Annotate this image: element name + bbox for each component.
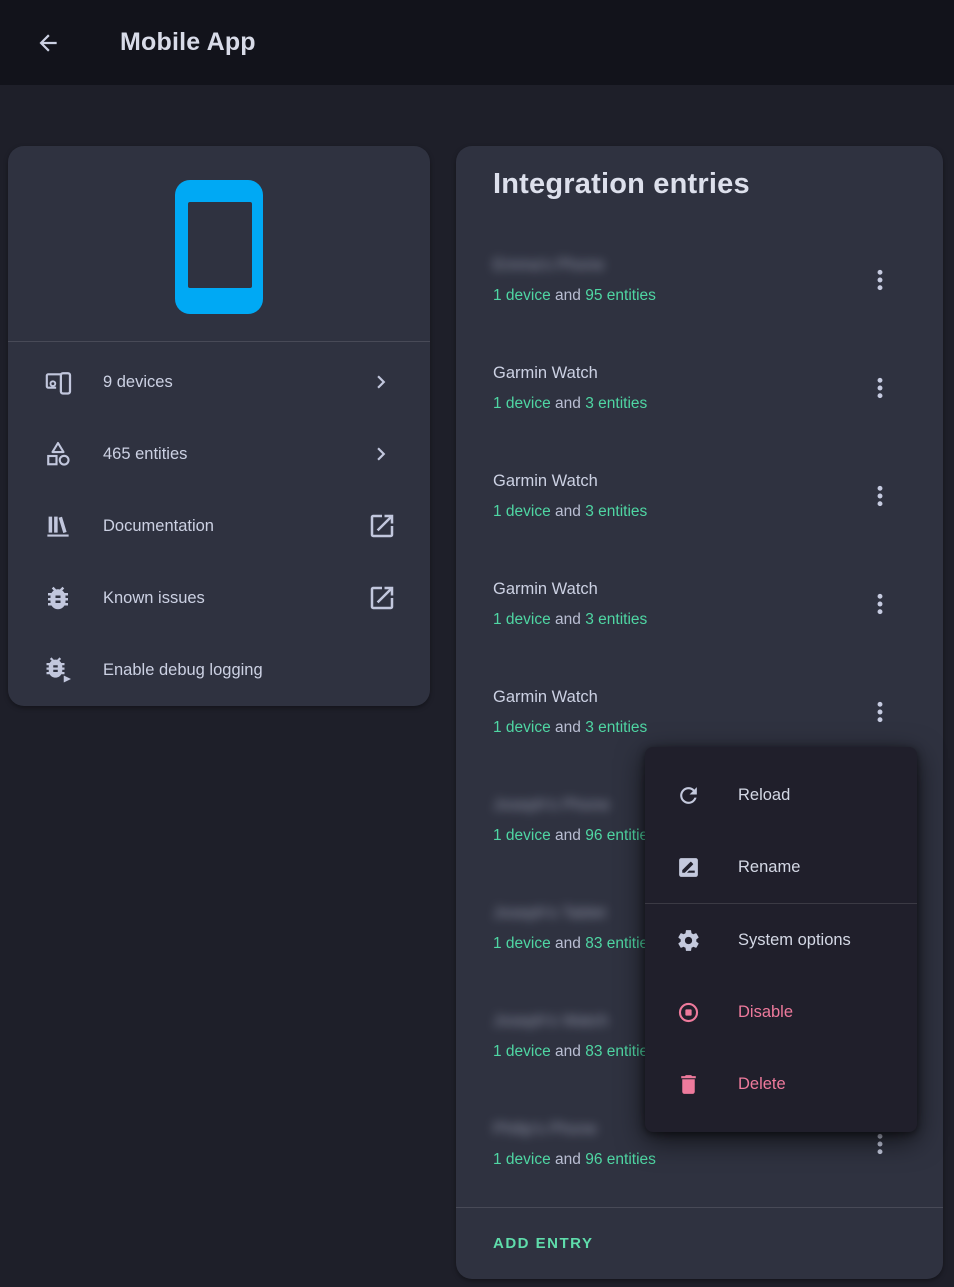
dots-vertical-icon xyxy=(866,374,894,402)
entry-context-menu: Reload Rename System options Disable Delete xyxy=(645,747,917,1132)
entry-devices-link[interactable]: 1 device xyxy=(493,503,551,520)
menu-item-rename[interactable]: Rename xyxy=(645,831,917,903)
entry-devices-link[interactable]: 1 device xyxy=(493,1043,551,1060)
open-in-new-icon xyxy=(367,583,397,613)
info-row-465-entities[interactable]: 465 entities xyxy=(8,418,430,490)
bookshelf-icon xyxy=(43,511,73,541)
entry-name-redacted: Joseph's Tablet xyxy=(493,902,606,924)
entry-devices-link[interactable]: 1 device xyxy=(493,395,551,412)
entry-devices-link[interactable]: 1 device xyxy=(493,719,551,736)
add-entry-button[interactable]: ADD ENTRY xyxy=(493,1235,593,1252)
entries-card-title: Integration entries xyxy=(493,168,750,201)
entry-summary-connector: and xyxy=(551,1043,585,1060)
info-row-label: 465 entities xyxy=(103,445,187,464)
reload-icon xyxy=(676,783,701,808)
back-button[interactable] xyxy=(28,23,68,63)
entry-overflow-button[interactable] xyxy=(866,1130,894,1158)
entry-entities-link[interactable]: 95 entities xyxy=(585,287,656,304)
devices-icon xyxy=(43,367,73,397)
entries-footer: ADD ENTRY xyxy=(456,1207,943,1279)
info-row-label: Known issues xyxy=(103,589,205,608)
stop-circle-icon xyxy=(676,1000,701,1025)
entry-summary-connector: and xyxy=(551,503,585,520)
dots-vertical-icon xyxy=(866,1130,894,1158)
menu-item-label: Delete xyxy=(738,1075,786,1094)
arrow-left-icon xyxy=(35,30,61,56)
shapes-icon xyxy=(43,439,73,469)
menu-item-system-options[interactable]: System options xyxy=(645,904,917,976)
entry-entities-link[interactable]: 3 entities xyxy=(585,395,647,412)
info-row-documentation[interactable]: Documentation xyxy=(8,490,430,562)
entry-devices-link[interactable]: 1 device xyxy=(493,611,551,628)
open-in-new-icon xyxy=(367,511,397,541)
entry-overflow-button[interactable] xyxy=(866,698,894,726)
menu-item-label: Reload xyxy=(738,786,790,805)
entry-name-redacted: Emma's Phone xyxy=(493,254,604,276)
menu-item-label: Rename xyxy=(738,858,800,877)
entry-overflow-button[interactable] xyxy=(866,590,894,618)
rename-box-icon xyxy=(676,855,701,880)
chevron-right-icon xyxy=(368,369,394,395)
integration-icon-header xyxy=(8,146,430,342)
entry-name-redacted: Joseph's Watch xyxy=(493,1010,608,1032)
info-row-enable-debug-logging[interactable]: Enable debug logging xyxy=(8,634,430,706)
integration-entry-row: Emma's Phone 1 device and 95 entities xyxy=(456,226,943,334)
dots-vertical-icon xyxy=(866,698,894,726)
menu-item-delete[interactable]: Delete xyxy=(645,1048,917,1120)
info-row-known-issues[interactable]: Known issues xyxy=(8,562,430,634)
entry-devices-link[interactable]: 1 device xyxy=(493,935,551,952)
entry-overflow-button[interactable] xyxy=(866,374,894,402)
entry-name-redacted: Philip's Phone xyxy=(493,1118,597,1140)
entry-summary-connector: and xyxy=(551,827,585,844)
integration-entry-row: Garmin Watch1 device and 3 entities xyxy=(456,334,943,442)
entry-overflow-button[interactable] xyxy=(866,266,894,294)
info-row-label: 9 devices xyxy=(103,373,173,392)
entry-summary-connector: and xyxy=(551,287,585,304)
entry-entities-link[interactable]: 3 entities xyxy=(585,719,647,736)
info-row-label: Enable debug logging xyxy=(103,661,263,680)
menu-item-reload[interactable]: Reload xyxy=(645,759,917,831)
entry-devices-link[interactable]: 1 device xyxy=(493,287,551,304)
entry-name-redacted: Joseph's Phone xyxy=(493,794,610,816)
dots-vertical-icon xyxy=(866,266,894,294)
info-row-list: 9 devices 465 entities Documentation Known … xyxy=(8,346,430,706)
app-bar: Mobile App xyxy=(0,0,954,85)
menu-item-label: System options xyxy=(738,931,851,950)
info-row-label: Documentation xyxy=(103,517,214,536)
bug-play-icon xyxy=(43,655,73,685)
menu-item-label: Disable xyxy=(738,1003,793,1022)
dots-vertical-icon xyxy=(866,590,894,618)
delete-icon xyxy=(676,1072,701,1097)
entry-summary-connector: and xyxy=(551,611,585,628)
integration-entry-row: Garmin Watch1 device and 3 entities xyxy=(456,550,943,658)
entry-entities-link[interactable]: 3 entities xyxy=(585,503,647,520)
integration-info-card: 9 devices 465 entities Documentation Known … xyxy=(8,146,430,706)
menu-item-disable[interactable]: Disable xyxy=(645,976,917,1048)
cellphone-icon-screen xyxy=(188,202,252,288)
entry-devices-link[interactable]: 1 device xyxy=(493,827,551,844)
page-title: Mobile App xyxy=(120,28,256,57)
entry-summary-connector: and xyxy=(551,395,585,412)
info-row-9-devices[interactable]: 9 devices xyxy=(8,346,430,418)
integration-entry-row: Garmin Watch1 device and 3 entities xyxy=(456,442,943,550)
entry-summary-connector: and xyxy=(551,719,585,736)
entry-entities-link[interactable]: 3 entities xyxy=(585,611,647,628)
entry-summary-connector: and xyxy=(551,935,585,952)
entry-overflow-button[interactable] xyxy=(866,482,894,510)
entry-summary-connector: and xyxy=(551,1151,585,1168)
chevron-right-icon xyxy=(368,441,394,467)
entry-entities-link[interactable]: 96 entities xyxy=(585,1151,656,1168)
bug-icon xyxy=(43,583,73,613)
dots-vertical-icon xyxy=(866,482,894,510)
cog-icon xyxy=(676,928,701,953)
entry-devices-link[interactable]: 1 device xyxy=(493,1151,551,1168)
cellphone-icon xyxy=(175,180,263,314)
